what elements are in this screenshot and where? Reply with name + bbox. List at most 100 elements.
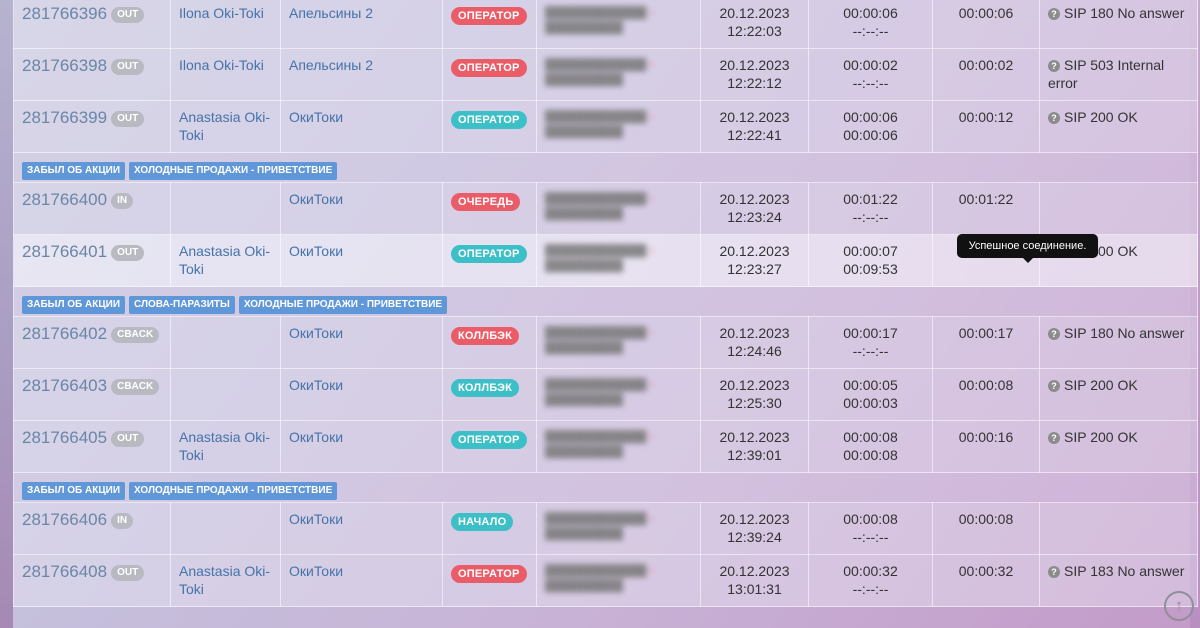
call-time: 12:24:46 bbox=[727, 343, 782, 359]
tags-row: ЗАБЫЛ ОБ АКЦИИ ХОЛОДНЫЕ ПРОДАЖИ - ПРИВЕТС… bbox=[13, 152, 1198, 183]
operator-name[interactable]: Ilona Oki-Toki bbox=[171, 0, 280, 22]
project-name[interactable]: Апельсины 2 bbox=[281, 0, 442, 22]
call-id[interactable]: 281766408 bbox=[22, 562, 107, 581]
table-row[interactable]: 281766400 IN ОкиТоки ОЧЕРЕДЬ █████████████ •… bbox=[13, 182, 1198, 235]
call-time: 12:22:03 bbox=[727, 23, 782, 39]
wait-duration: 00:00:06 bbox=[843, 5, 898, 21]
project-name[interactable]: ОкиТоки bbox=[281, 183, 442, 208]
result-text: SIP 180 No answer bbox=[1064, 5, 1185, 21]
call-id[interactable]: 281766405 bbox=[22, 428, 107, 447]
call-id[interactable]: 281766396 bbox=[22, 4, 107, 23]
wait-duration: 00:00:08 bbox=[843, 511, 898, 527]
status-badge: ОПЕРАТОР bbox=[451, 565, 527, 583]
table-row[interactable]: 281766396 OUT Ilona Oki-Toki Апельсины 2 ОПЕ… bbox=[13, 0, 1198, 49]
tags-cell: ЗАБЫЛ ОБ АКЦИИ ХОЛОДНЫЕ ПРОДАЖИ - ПРИВЕТС… bbox=[13, 472, 1198, 503]
duration-cell: 00:00:06 00:00:06 bbox=[808, 100, 933, 153]
question-icon[interactable]: ? bbox=[1048, 432, 1060, 444]
operator-name[interactable] bbox=[171, 369, 280, 376]
project-name[interactable]: ОкиТоки bbox=[281, 369, 442, 394]
tag-badge[interactable]: ЗАБЫЛ ОБ АКЦИИ bbox=[22, 482, 126, 500]
operator-cell: Ilona Oki-Toki bbox=[170, 0, 281, 49]
call-id[interactable]: 281766398 bbox=[22, 56, 107, 75]
operator-cell bbox=[170, 502, 281, 555]
status-badge: ОЧЕРЕДЬ bbox=[451, 193, 521, 211]
talk-duration: 00:09:53 bbox=[843, 261, 898, 277]
call-time: 12:39:24 bbox=[727, 529, 782, 545]
tags-cell: ЗАБЫЛ ОБ АКЦИИ СЛОВА-ПАРАЗИТЫ ХОЛОДНЫЕ ПРО… bbox=[13, 286, 1198, 317]
direction-badge: IN bbox=[111, 513, 134, 529]
project-name[interactable]: Апельсины 2 bbox=[281, 49, 442, 74]
call-id-cell: 281766400 IN bbox=[13, 182, 171, 235]
table-row[interactable]: 281766402 CBACK ОкиТоки КОЛЛБЭК ████████████… bbox=[13, 316, 1198, 369]
tag-badge[interactable]: ХОЛОДНЫЕ ПРОДАЖИ - ПРИВЕТСТВИЕ bbox=[129, 482, 338, 500]
contact-cell: █████████████ • ██████████ bbox=[536, 100, 701, 153]
call-id[interactable]: 281766403 bbox=[22, 376, 107, 395]
operator-name[interactable] bbox=[171, 183, 280, 190]
call-id[interactable]: 281766406 bbox=[22, 510, 107, 529]
call-id[interactable]: 281766402 bbox=[22, 324, 107, 343]
operator-name[interactable]: Anastasia Oki-Toki bbox=[171, 235, 280, 278]
table-row[interactable]: 281766403 CBACK ОкиТоки КОЛЛБЭК ████████████… bbox=[13, 368, 1198, 421]
question-icon[interactable]: ? bbox=[1048, 566, 1060, 578]
table-row[interactable]: 281766405 OUT Anastasia Oki-Toki ОкиТоки ОПЕ… bbox=[13, 420, 1198, 473]
operator-name[interactable]: Anastasia Oki-Toki bbox=[171, 101, 280, 144]
question-icon[interactable]: ? bbox=[1048, 8, 1060, 20]
direction-badge: OUT bbox=[111, 111, 145, 127]
question-icon[interactable]: ? bbox=[1048, 112, 1060, 124]
call-date: 20.12.2023 bbox=[719, 511, 790, 527]
project-name[interactable]: ОкиТоки bbox=[281, 555, 442, 580]
redacted-contact: █████████████ • ██████████ bbox=[545, 431, 654, 458]
status-cell: ОПЕРАТОР bbox=[442, 0, 537, 49]
tag-badge[interactable]: СЛОВА-ПАРАЗИТЫ bbox=[129, 296, 235, 314]
table-row[interactable]: 281766406 IN ОкиТоки НАЧАЛО █████████████ • █… bbox=[13, 502, 1198, 555]
talk-duration: 00:00:08 bbox=[843, 447, 898, 463]
scroll-to-top-button[interactable]: ↑ bbox=[1164, 591, 1194, 621]
duration-cell: 00:00:02 --:--:-- bbox=[808, 48, 933, 101]
tag-badge[interactable]: ЗАБЫЛ ОБ АКЦИИ bbox=[22, 296, 126, 314]
call-id-cell: 281766403 CBACK bbox=[13, 368, 171, 421]
datetime-cell: 20.12.2023 12:23:24 bbox=[700, 182, 809, 235]
call-id[interactable]: 281766399 bbox=[22, 108, 107, 127]
project-name[interactable]: ОкиТоки bbox=[281, 421, 442, 446]
status-cell: ОПЕРАТОР bbox=[442, 554, 537, 607]
question-icon[interactable]: ? bbox=[1048, 380, 1060, 392]
operator-name[interactable] bbox=[171, 503, 280, 510]
datetime-cell: 20.12.2023 12:25:30 bbox=[700, 368, 809, 421]
wait-duration: 00:00:02 bbox=[843, 57, 898, 73]
total-duration: 00:00:08 bbox=[958, 377, 1014, 393]
status-badge: ОПЕРАТОР bbox=[451, 245, 527, 263]
call-date: 20.12.2023 bbox=[719, 5, 790, 21]
operator-name[interactable]: Ilona Oki-Toki bbox=[171, 49, 280, 74]
total-duration: 00:00:08 bbox=[958, 511, 1014, 527]
tag-badge[interactable]: ХОЛОДНЫЕ ПРОДАЖИ - ПРИВЕТСТВИЕ bbox=[238, 296, 448, 314]
table-row[interactable]: 281766398 OUT Ilona Oki-Toki Апельсины 2 ОПЕ… bbox=[13, 48, 1198, 101]
operator-name[interactable]: Anastasia Oki-Toki bbox=[171, 555, 280, 598]
call-id[interactable]: 281766401 bbox=[22, 242, 107, 261]
call-id-cell: 281766402 CBACK bbox=[13, 316, 171, 369]
total-duration: 00:00:17 bbox=[958, 325, 1014, 341]
project-cell: ОкиТоки bbox=[280, 100, 443, 153]
question-icon[interactable]: ? bbox=[1048, 60, 1060, 72]
operator-name[interactable] bbox=[171, 317, 280, 324]
project-name[interactable]: ОкиТоки bbox=[281, 503, 442, 528]
call-time: 12:25:30 bbox=[727, 395, 782, 411]
talk-duration: --:--:-- bbox=[852, 529, 889, 545]
question-icon[interactable]: ? bbox=[1048, 328, 1060, 340]
call-time: 13:01:31 bbox=[727, 581, 782, 597]
table-row[interactable]: 281766408 OUT Anastasia Oki-Toki ОкиТоки ОПЕ… bbox=[13, 554, 1198, 607]
table-row[interactable]: 281766399 OUT Anastasia Oki-Toki ОкиТоки ОПЕ… bbox=[13, 100, 1198, 153]
result-cell: ? SIP 503 Internal error bbox=[1039, 48, 1198, 101]
project-name[interactable]: ОкиТоки bbox=[281, 317, 442, 342]
operator-name[interactable]: Anastasia Oki-Toki bbox=[171, 421, 280, 464]
call-id[interactable]: 281766400 bbox=[22, 190, 107, 209]
tag-badge[interactable]: ХОЛОДНЫЕ ПРОДАЖИ - ПРИВЕТСТВИЕ bbox=[129, 162, 338, 180]
duration-cell: 00:01:22 --:--:-- bbox=[808, 182, 933, 235]
contact-cell: █████████████ • ██████████ bbox=[536, 182, 701, 235]
tag-badge[interactable]: ЗАБЫЛ ОБ АКЦИИ bbox=[22, 162, 126, 180]
status-cell: КОЛЛБЭК bbox=[442, 316, 537, 369]
total-duration: 00:00:32 bbox=[958, 563, 1014, 579]
project-name[interactable]: ОкиТоки bbox=[281, 235, 442, 260]
calls-table-body: 281766396 OUT Ilona Oki-Toki Апельсины 2 ОПЕ… bbox=[13, 0, 1198, 607]
project-name[interactable]: ОкиТоки bbox=[281, 101, 442, 126]
result-tooltip: Успешное соединение. bbox=[957, 234, 1098, 263]
